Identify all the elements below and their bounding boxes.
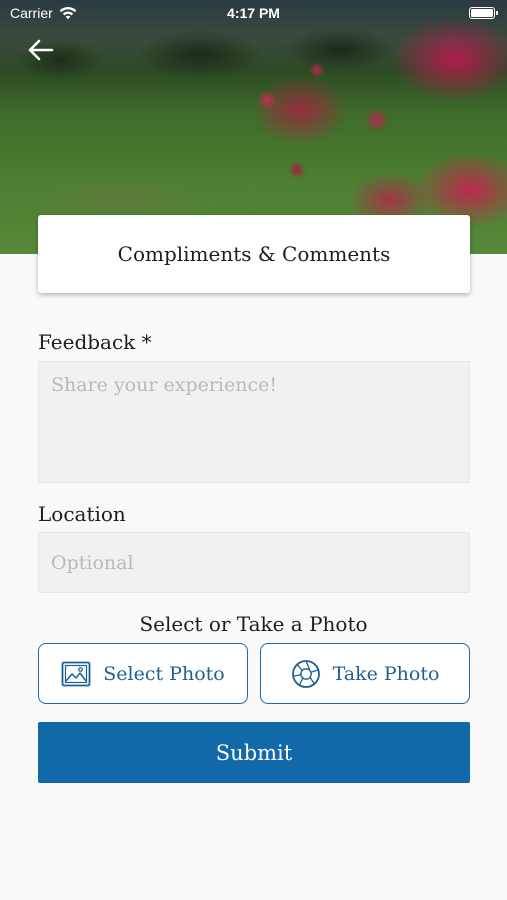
select-photo-button[interactable]: Select Photo: [38, 643, 248, 704]
battery-icon: [469, 7, 498, 19]
location-label: Location: [38, 502, 126, 526]
status-bar: Carrier 4:17 PM: [0, 0, 507, 28]
take-photo-label: Take Photo: [332, 662, 440, 685]
feedback-input[interactable]: [38, 361, 470, 483]
feedback-label: Feedback *: [38, 330, 152, 354]
submit-button[interactable]: Submit: [38, 722, 470, 783]
take-photo-button[interactable]: Take Photo: [260, 643, 470, 704]
image-icon: [61, 661, 91, 686]
status-time: 4:17 PM: [227, 5, 280, 21]
back-button[interactable]: [24, 36, 56, 64]
select-photo-label: Select Photo: [103, 662, 225, 685]
page-title: Compliments & Comments: [117, 242, 391, 266]
camera-aperture-icon: [291, 659, 320, 688]
location-input[interactable]: [38, 532, 470, 593]
photo-heading: Select or Take a Photo: [139, 612, 368, 636]
title-card: Compliments & Comments: [38, 215, 470, 293]
arrow-left-icon: [28, 39, 54, 61]
submit-label: Submit: [215, 740, 293, 765]
